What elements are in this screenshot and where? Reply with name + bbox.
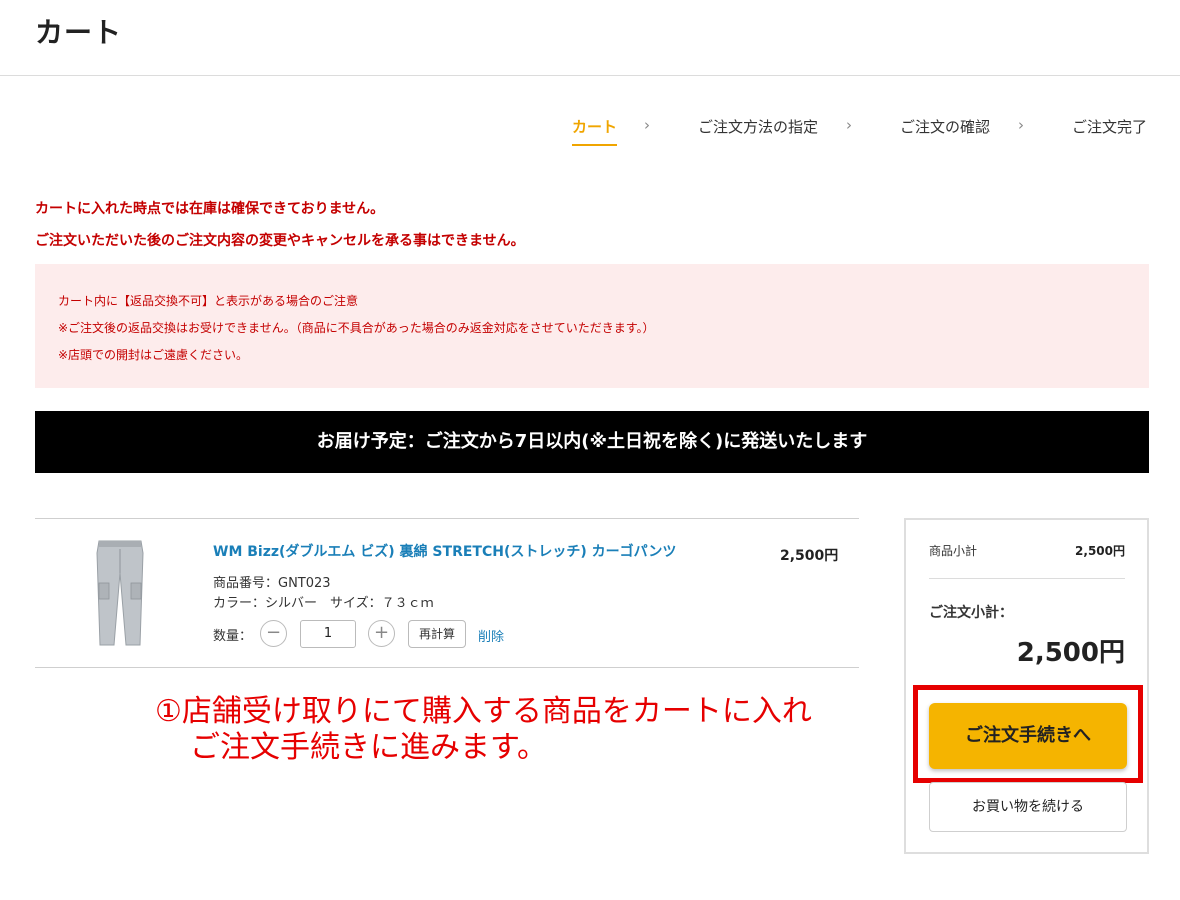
checkout-button[interactable]: ご注文手続きへ	[929, 703, 1127, 769]
product-name-link[interactable]: WM Bizz(ダブルエム ビズ) 裏綿 STRETCH(ストレッチ) カーゴパ…	[213, 541, 676, 561]
product-image[interactable]	[63, 533, 175, 651]
return-notice: カート内に【返品交換不可】と表示がある場合のご注意 ※ご注文後の返品交換はお受け…	[35, 264, 1149, 388]
notice-line: ※店頭での開封はご遠慮ください。	[58, 348, 249, 362]
step-order-confirm: ご注文の確認	[900, 118, 991, 136]
subtotal-label: 商品小計	[929, 544, 978, 558]
continue-shopping-button[interactable]: お買い物を続ける	[929, 782, 1127, 832]
chevron-right-icon: ›	[644, 116, 650, 134]
divider	[929, 578, 1125, 579]
order-summary: 商品小計 2,500円 ご注文小計： 2,500円 ご注文手続きへ お買い物を続…	[904, 518, 1149, 854]
page-header: カート	[0, 0, 1180, 76]
product-variant: カラー：シルバー サイズ：７３ｃｍ	[213, 596, 434, 611]
minus-icon: −	[265, 622, 282, 643]
step-order-complete: ご注文完了	[1072, 118, 1148, 136]
product-number: 商品番号：GNT023	[213, 576, 331, 591]
cart-item: WM Bizz(ダブルエム ビズ) 裏綿 STRETCH(ストレッチ) カーゴパ…	[35, 518, 859, 668]
recalculate-button[interactable]: 再計算	[408, 620, 466, 648]
quantity-label: 数量：	[213, 629, 253, 644]
step-order-method: ご注文方法の指定	[698, 118, 819, 136]
annotation-line-2: ご注文手続きに進みます。	[190, 730, 547, 765]
chevron-right-icon: ›	[1018, 116, 1024, 134]
quantity-decrease-button[interactable]: −	[260, 620, 287, 647]
quantity-input[interactable]: 1	[300, 620, 356, 648]
cancel-warning: ご注文いただいた後のご注文内容の変更やキャンセルを承る事はできません。	[35, 233, 525, 249]
order-subtotal-label: ご注文小計：	[929, 605, 1013, 621]
delivery-notice: お届け予定：ご注文から7日以内(※土日祝を除く)に発送いたします	[35, 411, 1149, 473]
delete-link[interactable]: 削除	[478, 626, 504, 645]
item-price: 2,500円	[780, 548, 839, 564]
notice-heading: カート内に【返品交換不可】と表示がある場合のご注意	[58, 294, 359, 308]
plus-icon: +	[373, 622, 390, 643]
stock-warning: カートに入れた時点では在庫は確保できておりません。	[35, 201, 385, 217]
checkout-steps: カート › ご注文方法の指定 › ご注文の確認 › ご注文完了	[0, 116, 1180, 150]
subtotal-value: 2,500円	[1075, 544, 1125, 558]
step-cart: カート	[572, 116, 618, 146]
chevron-right-icon: ›	[846, 116, 852, 134]
quantity-increase-button[interactable]: +	[368, 620, 395, 647]
order-subtotal-value: 2,500円	[1016, 638, 1125, 668]
notice-line: ※ご注文後の返品交換はお受けできません。（商品に不具合があった場合のみ返金対応を…	[58, 321, 655, 335]
page-title: カート	[35, 16, 123, 49]
